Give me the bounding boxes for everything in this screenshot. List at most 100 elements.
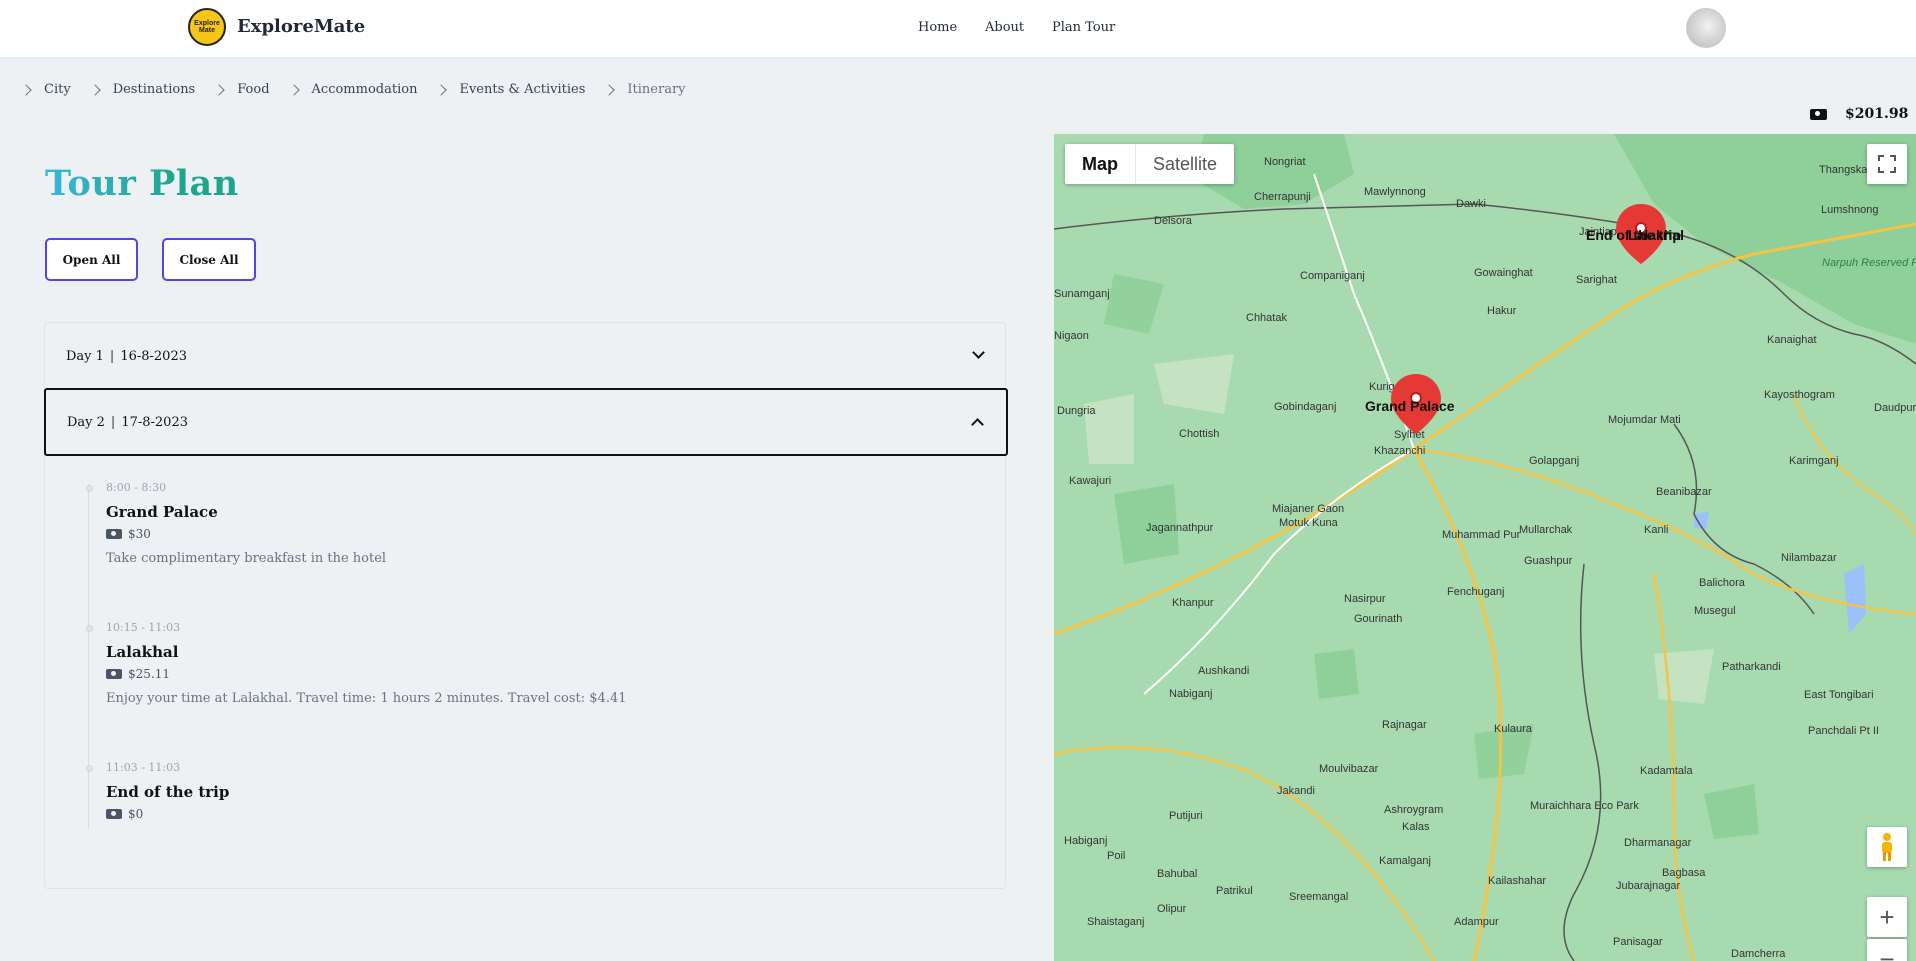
brand-name[interactable]: ExploreMate <box>237 16 365 37</box>
map-place-label: Gobindaganj <box>1274 401 1336 413</box>
map-place-label: Bagbasa <box>1662 867 1706 879</box>
map-place-label: Nigaon <box>1054 330 1089 342</box>
chevron-down-icon <box>972 346 985 359</box>
map-place-label: Kanli <box>1644 524 1668 536</box>
map-place-label: Lumshnong <box>1821 204 1879 216</box>
map-place-label: Bahubal <box>1157 868 1197 880</box>
timeline-event: 8:00 - 8:30 Grand Palace $30 Take compli… <box>86 481 386 566</box>
chevron-right-icon <box>603 83 616 96</box>
map-place-label: Cherrapunji <box>1254 191 1311 203</box>
fullscreen-button[interactable] <box>1867 144 1907 184</box>
event-description: Enjoy your time at Lalakhal. Travel time… <box>106 691 627 706</box>
timeline-dot <box>86 765 93 772</box>
breadcrumb-city[interactable]: City <box>44 82 71 97</box>
street-view-pegman[interactable] <box>1867 827 1907 867</box>
map-place-label: Karimganj <box>1789 455 1839 467</box>
map-place-label: Gourinath <box>1354 613 1402 625</box>
day-date: 16-8-2023 <box>120 348 187 364</box>
event-cost-value: $25.11 <box>128 667 170 681</box>
nav-plan-tour[interactable]: Plan Tour <box>1052 20 1115 35</box>
map-place-label: Putijuri <box>1169 810 1203 822</box>
event-title: Lalakhal <box>106 643 179 661</box>
itinerary-accordion: Day 1 | 16-8-2023 Day 2 | 17-8-2023 8:00… <box>44 322 1008 889</box>
map-place-label: Jakandi <box>1277 785 1315 797</box>
breadcrumb: City Destinations Food Accommodation Eve… <box>20 82 704 97</box>
map-place-label: East Tongibari <box>1804 689 1874 701</box>
chevron-right-icon <box>435 83 448 96</box>
event-time: 8:00 - 8:30 <box>106 481 167 494</box>
map-place-label: Nilambazar <box>1781 552 1837 564</box>
map-place-label: Sarighat <box>1576 274 1617 286</box>
map-place-label: Kawajuri <box>1069 475 1111 487</box>
close-all-button[interactable]: Close All <box>162 238 256 281</box>
map-place-label: Sreemangal <box>1289 891 1348 903</box>
map-place-label: Jubarajnagar <box>1616 880 1681 892</box>
top-navbar: Explore Mate ExploreMate Home About Plan… <box>0 0 1916 57</box>
zoom-out-button[interactable]: − <box>1867 939 1907 961</box>
map-place-label: Moulvibazar <box>1319 763 1379 775</box>
map-place-label: Dharmanagar <box>1624 837 1692 849</box>
breadcrumb-destinations[interactable]: Destinations <box>113 82 196 97</box>
map-place-label: Khazanchi <box>1374 445 1425 457</box>
map-place-label: Beanibazar <box>1656 486 1712 498</box>
timeline-dot <box>86 485 93 492</box>
breadcrumb-accommodation[interactable]: Accommodation <box>312 82 418 97</box>
map-place-label: Kadamtala <box>1640 765 1693 777</box>
map-place-label: Muraichhara Eco Park <box>1530 800 1639 812</box>
event-title: End of the trip <box>106 783 230 801</box>
user-avatar[interactable] <box>1686 8 1726 48</box>
map-place-label: Daudpur <box>1874 402 1916 414</box>
day-2-header[interactable]: Day 2 | 17-8-2023 <box>44 388 1008 456</box>
plus-icon: + <box>1879 902 1895 932</box>
route-map[interactable]: Cherrapunji Nongriat Mawlynnong Dawki Thang… <box>1054 134 1916 961</box>
breadcrumb-food[interactable]: Food <box>237 82 269 97</box>
open-all-button[interactable]: Open All <box>45 238 138 281</box>
chevron-right-icon <box>213 83 225 96</box>
chevron-right-icon <box>89 83 101 96</box>
map-type-map[interactable]: Map <box>1065 144 1136 184</box>
map-place-label: Patharkandi <box>1722 661 1781 673</box>
map-canvas[interactable]: Cherrapunji Nongriat Mawlynnong Dawki Thang… <box>1054 134 1916 961</box>
marker-label-lalakhal: Lalakhal <box>1628 227 1684 243</box>
map-place-label: Thangskai <box>1819 164 1870 176</box>
map-place-label: Mawlynnong <box>1364 186 1426 198</box>
nav-about[interactable]: About <box>985 20 1024 35</box>
event-time: 11:03 - 11:03 <box>106 761 181 774</box>
day-date: 17-8-2023 <box>121 414 188 430</box>
day-1-header[interactable]: Day 1 | 16-8-2023 <box>45 323 1007 389</box>
map-place-label: Adampur <box>1454 916 1499 928</box>
nav-home[interactable]: Home <box>918 20 957 35</box>
map-place-label: Kailashahar <box>1488 875 1546 887</box>
map-place-label: Motuk Kuna <box>1279 517 1339 529</box>
page-title: Tour Plan <box>45 163 239 204</box>
map-place-label: Panisagar <box>1613 936 1663 948</box>
timeline-dot <box>86 625 93 632</box>
cash-icon <box>106 809 122 819</box>
map-place-label: Habiganj <box>1064 835 1107 847</box>
map-type-satellite[interactable]: Satellite <box>1136 144 1234 184</box>
map-place-label: Miajaner Gaon <box>1272 503 1344 515</box>
cash-icon <box>106 669 122 679</box>
total-budget: $201.98 <box>1810 106 1908 122</box>
chevron-right-icon <box>20 83 32 96</box>
separator: | <box>110 414 116 430</box>
map-place-label: Olipur <box>1157 903 1187 915</box>
map-place-label: Chhatak <box>1246 312 1287 324</box>
map-place-label: Ashroygram <box>1384 804 1443 816</box>
event-time: 10:15 - 11:03 <box>106 621 181 634</box>
breadcrumb-events-activities[interactable]: Events & Activities <box>459 82 585 97</box>
map-place-label: Golapganj <box>1529 455 1579 467</box>
map-place-label: Nabiganj <box>1169 688 1212 700</box>
timeline-line <box>88 484 89 829</box>
map-place-label: Jagannathpur <box>1146 522 1214 534</box>
map-place-label: Rajnagar <box>1382 719 1427 731</box>
total-budget-value: $201.98 <box>1845 106 1909 122</box>
map-place-label: Kulaura <box>1494 723 1533 735</box>
separator: | <box>109 348 115 364</box>
zoom-in-button[interactable]: + <box>1867 897 1907 937</box>
map-place-label: Narpuh Reserved Forest <box>1822 257 1916 269</box>
map-place-label: Sunamganj <box>1054 288 1110 300</box>
cash-icon <box>1810 108 1827 120</box>
chevron-right-icon <box>287 83 300 96</box>
explore-mate-logo[interactable]: Explore Mate <box>188 8 226 46</box>
